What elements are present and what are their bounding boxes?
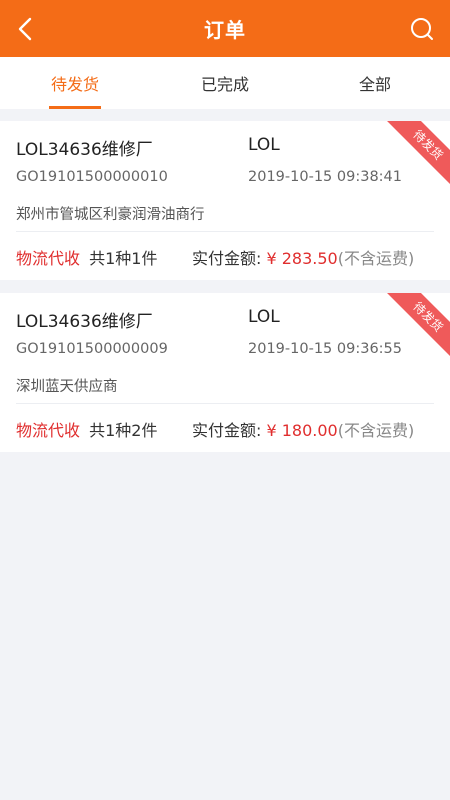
item-count: 共1种2件 [89,421,158,440]
divider [16,231,434,232]
search-icon [411,18,433,40]
freight-note: (不含运费) [337,249,415,268]
app-header: 订单 [0,0,450,57]
order-number: GO19101500000010 [16,169,168,185]
back-button[interactable] [8,11,44,47]
order-customer-name: LOL34636维修厂 [16,140,153,160]
order-card[interactable]: LOL34636维修厂 LOL GO19101500000009 2019-10… [0,293,450,452]
tab-all[interactable]: 全部 [300,57,450,109]
amount-label: 实付金额: [192,421,267,440]
tab-pending-shipment[interactable]: 待发货 [0,57,150,109]
order-card[interactable]: LOL34636维修厂 LOL GO19101500000010 2019-10… [0,121,450,280]
order-tabs: 待发货 已完成 全部 [0,57,450,109]
order-number: GO19101500000009 [16,341,168,357]
chevron-left-icon [18,17,32,41]
item-count: 共1种1件 [89,249,158,268]
order-list: LOL34636维修厂 LOL GO19101500000010 2019-10… [0,121,450,465]
order-shop: LOL [248,307,280,327]
freight-note: (不含运费) [337,421,415,440]
order-shop: LOL [248,135,280,155]
divider [16,403,434,404]
order-supplier: 郑州市管城区利豪润滑油商行 [16,207,205,223]
page-title: 订单 [204,18,246,42]
tab-completed[interactable]: 已完成 [150,57,300,109]
search-button[interactable] [404,11,440,47]
delivery-tag: 物流代收 [16,421,81,440]
order-customer-name: LOL34636维修厂 [16,312,153,332]
order-time: 2019-10-15 09:36:55 [248,341,402,357]
order-time: 2019-10-15 09:38:41 [248,169,402,185]
order-supplier: 深圳蓝天供应商 [16,379,118,395]
amount-value: ¥ 180.00 [266,421,338,440]
delivery-tag: 物流代收 [16,249,81,268]
amount-value: ¥ 283.50 [266,249,338,268]
amount-label: 实付金额: [192,249,267,268]
